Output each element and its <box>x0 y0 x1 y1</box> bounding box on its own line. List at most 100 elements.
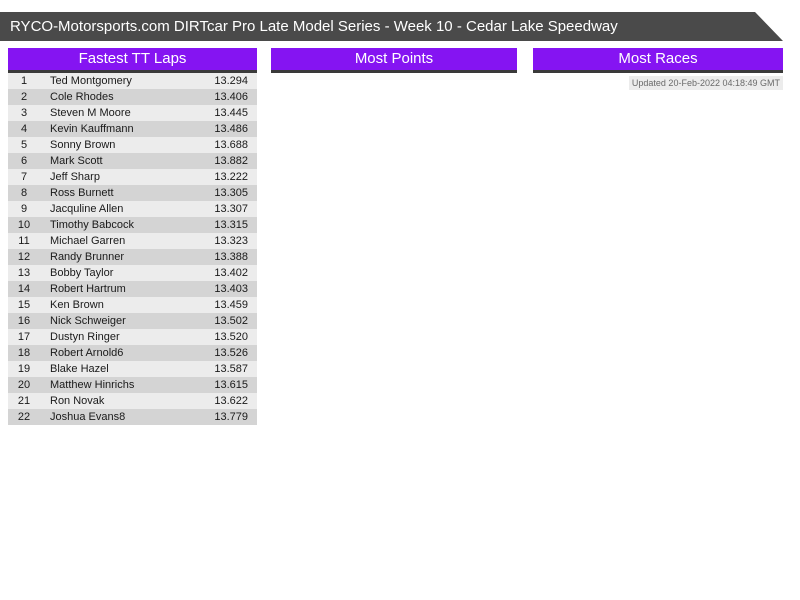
table-row: 15 Ken Brown 13.459 <box>8 297 257 313</box>
cell-driver: Ken Brown <box>50 299 104 311</box>
title-banner: RYCO-Motorsports.com DIRTcar Pro Late Mo… <box>0 12 783 41</box>
most-points-header: Most Points <box>271 48 517 73</box>
table-row: 8 Ross Burnett 13.305 <box>8 185 257 201</box>
table-row: 18 Robert Arnold6 13.526 <box>8 345 257 361</box>
cell-rank: 7 <box>20 171 28 183</box>
cell-time: 13.779 <box>214 411 248 423</box>
cell-driver: Steven M Moore <box>50 107 131 119</box>
table-row: 12 Randy Brunner 13.388 <box>8 249 257 265</box>
cell-rank: 9 <box>20 203 28 215</box>
cell-rank: 3 <box>20 107 28 119</box>
cell-time: 13.294 <box>214 75 248 87</box>
cell-rank: 20 <box>17 379 31 391</box>
fastest-tt-laps-table: 1 Ted Montgomery 13.294 2 Cole Rhodes 13.406 3… <box>8 73 257 425</box>
cell-driver: Bobby Taylor <box>50 267 114 279</box>
cell-time: 13.307 <box>214 203 248 215</box>
cell-driver: Mark Scott <box>50 155 103 167</box>
cell-rank: 21 <box>17 395 31 407</box>
fastest-tt-laps-header: Fastest TT Laps <box>8 48 257 73</box>
cell-time: 13.222 <box>214 171 248 183</box>
cell-time: 13.615 <box>214 379 248 391</box>
cell-driver: Cole Rhodes <box>50 91 114 103</box>
cell-driver: Matthew Hinrichs <box>50 379 135 391</box>
cell-rank: 10 <box>17 219 31 231</box>
cell-time: 13.305 <box>214 187 248 199</box>
cell-time: 13.486 <box>214 123 248 135</box>
cell-driver: Nick Schweiger <box>50 315 126 327</box>
table-row: 2 Cole Rhodes 13.406 <box>8 89 257 105</box>
most-points-section: Most Points <box>271 48 517 425</box>
cell-time: 13.403 <box>214 283 248 295</box>
cell-time: 13.315 <box>214 219 248 231</box>
cell-time: 13.323 <box>214 235 248 247</box>
cell-time: 13.502 <box>214 315 248 327</box>
updated-timestamp: Updated 20-Feb-2022 04:18:49 GMT <box>628 76 783 90</box>
table-row: 5 Sonny Brown 13.688 <box>8 137 257 153</box>
cell-time: 13.520 <box>214 331 248 343</box>
cell-time: 13.445 <box>214 107 248 119</box>
table-row: 19 Blake Hazel 13.587 <box>8 361 257 377</box>
table-row: 14 Robert Hartrum 13.403 <box>8 281 257 297</box>
cell-rank: 11 <box>18 235 30 247</box>
cell-driver: Blake Hazel <box>50 363 109 375</box>
table-row: 11 Michael Garren 13.323 <box>8 233 257 249</box>
cell-rank: 8 <box>20 187 28 199</box>
cell-time: 13.406 <box>214 91 248 103</box>
page-title: RYCO-Motorsports.com DIRTcar Pro Late Mo… <box>10 18 618 35</box>
cell-rank: 12 <box>17 251 31 263</box>
cell-rank: 18 <box>17 347 31 359</box>
most-races-section: Most Races Updated 20-Feb-2022 04:18:49 … <box>533 48 783 425</box>
fastest-tt-laps-section: Fastest TT Laps 1 Ted Montgomery 13.294 2 Co… <box>8 48 257 425</box>
table-row: 7 Jeff Sharp 13.222 <box>8 169 257 185</box>
cell-rank: 5 <box>20 139 28 151</box>
cell-rank: 16 <box>17 315 31 327</box>
page: RYCO-Motorsports.com DIRTcar Pro Late Mo… <box>0 0 800 600</box>
cell-time: 13.688 <box>214 139 248 151</box>
table-row: 13 Bobby Taylor 13.402 <box>8 265 257 281</box>
cell-time: 13.526 <box>214 347 248 359</box>
cell-driver: Robert Hartrum <box>50 283 126 295</box>
cell-time: 13.587 <box>214 363 248 375</box>
cell-rank: 17 <box>17 331 31 343</box>
cell-driver: Timothy Babcock <box>50 219 134 231</box>
table-row: 1 Ted Montgomery 13.294 <box>8 73 257 89</box>
cell-driver: Ross Burnett <box>50 187 114 199</box>
cell-rank: 14 <box>17 283 31 295</box>
cell-time: 13.402 <box>214 267 248 279</box>
cell-rank: 1 <box>20 75 28 87</box>
cell-driver: Robert Arnold6 <box>50 347 124 359</box>
table-row: 20 Matthew Hinrichs 13.615 <box>8 377 257 393</box>
cell-rank: 6 <box>20 155 28 167</box>
cell-time: 13.882 <box>214 155 248 167</box>
updated-wrap: Updated 20-Feb-2022 04:18:49 GMT <box>533 76 783 90</box>
table-row: 3 Steven M Moore 13.445 <box>8 105 257 121</box>
cell-driver: Michael Garren <box>50 235 126 247</box>
cell-time: 13.459 <box>214 299 248 311</box>
table-row: 21 Ron Novak 13.622 <box>8 393 257 409</box>
most-races-header: Most Races <box>533 48 783 73</box>
table-row: 10 Timothy Babcock 13.315 <box>8 217 257 233</box>
cell-rank: 4 <box>20 123 28 135</box>
cell-driver: Dustyn Ringer <box>50 331 120 343</box>
stats-columns: Fastest TT Laps 1 Ted Montgomery 13.294 2 Co… <box>8 48 783 425</box>
cell-driver: Ted Montgomery <box>50 75 132 87</box>
cell-rank: 13 <box>17 267 31 279</box>
cell-driver: Sonny Brown <box>50 139 116 151</box>
cell-driver: Randy Brunner <box>50 251 124 263</box>
cell-driver: Ron Novak <box>50 395 105 407</box>
cell-rank: 19 <box>17 363 31 375</box>
cell-time: 13.388 <box>214 251 248 263</box>
cell-rank: 2 <box>20 91 28 103</box>
table-row: 22 Joshua Evans8 13.779 <box>8 409 257 425</box>
cell-driver: Joshua Evans8 <box>50 411 126 423</box>
table-row: 6 Mark Scott 13.882 <box>8 153 257 169</box>
table-row: 17 Dustyn Ringer 13.520 <box>8 329 257 345</box>
cell-rank: 15 <box>17 299 31 311</box>
cell-driver: Kevin Kauffmann <box>50 123 134 135</box>
table-row: 4 Kevin Kauffmann 13.486 <box>8 121 257 137</box>
table-row: 16 Nick Schweiger 13.502 <box>8 313 257 329</box>
cell-rank: 22 <box>17 411 31 423</box>
table-row: 9 Jacquline Allen 13.307 <box>8 201 257 217</box>
cell-driver: Jacquline Allen <box>50 203 124 215</box>
cell-driver: Jeff Sharp <box>50 171 100 183</box>
